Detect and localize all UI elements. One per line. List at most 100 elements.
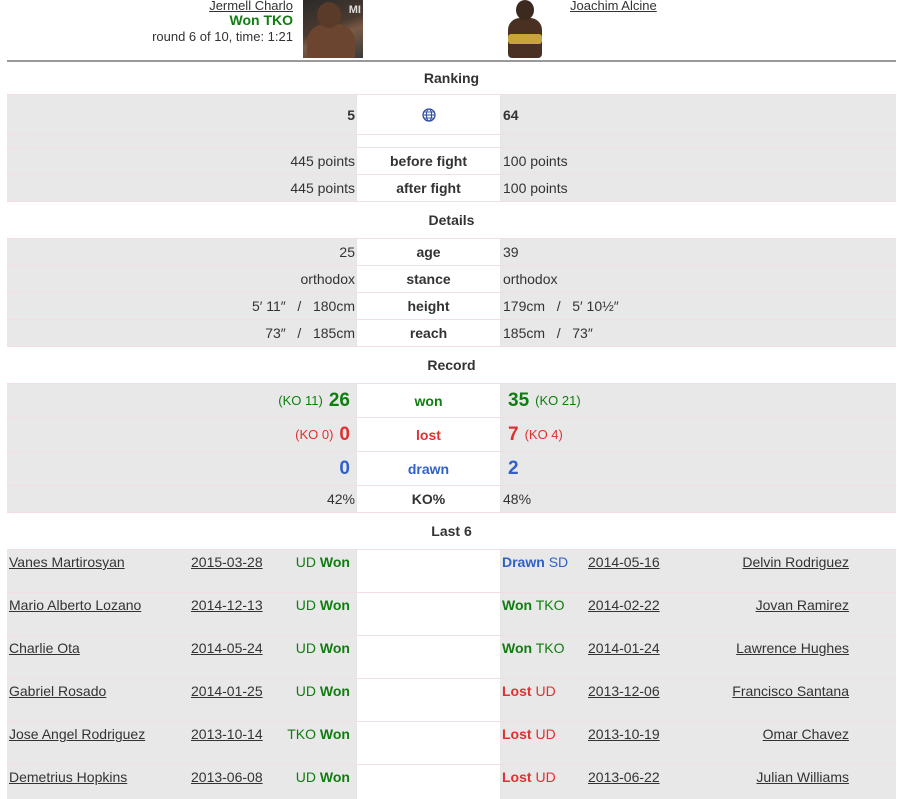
fighter1-bout-outcome: Won xyxy=(319,640,350,656)
age-label: age xyxy=(356,239,501,265)
fighter1-lost: 0 xyxy=(339,423,350,445)
fighter1-bout-outcome: Won xyxy=(319,726,350,742)
drawn-label: drawn xyxy=(356,452,501,485)
bout-mid-cell xyxy=(356,722,501,764)
fighter2-bout-date-link[interactable]: 2013-06-22 xyxy=(588,769,660,799)
fighter2-bout-result: Drawn SD xyxy=(502,554,568,596)
fighter1-bout-opponent-link[interactable]: Demetrius Hopkins xyxy=(9,769,127,799)
fighter1-photo-text: MI xyxy=(348,4,361,16)
fighter1-bout-opponent-link[interactable]: Jose Angel Rodriguez xyxy=(9,726,145,768)
fighter2-bout-outcome: Won xyxy=(502,597,533,613)
fighter1-bout-method: UD xyxy=(295,640,317,656)
fighter2-bout-outcome: Won xyxy=(502,640,533,656)
fighter2-bout-opponent-link[interactable]: Julian Williams xyxy=(756,769,849,799)
fighter1-bout-date-link[interactable]: 2014-12-13 xyxy=(191,597,263,639)
fighter1-points-before: 445 points xyxy=(290,153,355,169)
after-fight-label: after fight xyxy=(356,175,501,201)
bout-row-4: Gabriel Rosado 2014-01-25 UD Won Lost UD… xyxy=(7,679,896,722)
fighter2-stance: orthodox xyxy=(503,271,558,287)
stance-row: orthodox stance orthodox xyxy=(7,266,896,293)
fighter1-won: 26 xyxy=(328,389,350,411)
fighter2-ko-pct: 48% xyxy=(503,491,532,507)
fighter2-bout-opponent-link[interactable]: Lawrence Hughes xyxy=(736,640,849,682)
fighter2-bout-date-link[interactable]: 2013-12-06 xyxy=(588,683,660,725)
fighter1-bout-date-link[interactable]: 2014-05-24 xyxy=(191,640,263,682)
fighter1-bout-opponent-link[interactable]: Gabriel Rosado xyxy=(9,683,106,725)
fighter1-lost-ko: (KO 0) xyxy=(295,427,334,442)
lost-label: lost xyxy=(356,418,501,451)
bout-mid-cell xyxy=(356,636,501,678)
fighter1-bout-result: UD Won xyxy=(296,554,350,596)
bout-row-2: Mario Alberto Lozano 2014-12-13 UD Won W… xyxy=(7,593,896,636)
fighter2-won-cell: 35 (KO 21) xyxy=(501,384,896,417)
fighter1-drawn-cell: 0 xyxy=(7,452,356,485)
fighter1-bout-result: UD Won xyxy=(296,683,350,725)
globe-icon xyxy=(421,107,436,122)
fighter1-bout-result: UD Won xyxy=(296,597,350,639)
spacer-mid xyxy=(356,135,501,147)
fighter1-reach: 73″ / 185cm xyxy=(265,325,355,341)
fighter1-bout-opponent-link[interactable]: Charlie Ota xyxy=(9,640,80,682)
ko-pct-label: KO% xyxy=(356,486,501,512)
round-info: round 6 of 10, time: 1:21 xyxy=(152,29,293,44)
fighter1-bout-method: TKO xyxy=(287,726,317,742)
fighter1-ko-pct: 42% xyxy=(326,491,355,507)
fighter1-bout-method: UD xyxy=(295,683,317,699)
won-label: won xyxy=(356,384,501,417)
fighter1-bout-opponent-link[interactable]: Vanes Martirosyan xyxy=(9,554,125,596)
bout-row-3: Charlie Ota 2014-05-24 UD Won Won TKO 20… xyxy=(7,636,896,679)
fighter2-photo xyxy=(500,0,560,58)
fighter1-bout-outcome: Won xyxy=(319,769,350,785)
bout-row-1: Vanes Martirosyan 2015-03-28 UD Won Draw… xyxy=(7,550,896,593)
fighter2-bout-opponent-link[interactable]: Omar Chavez xyxy=(763,726,849,768)
fighter2-bout-opponent-link[interactable]: Delvin Rodriguez xyxy=(742,554,849,596)
fighter1-bout-date-link[interactable]: 2013-06-08 xyxy=(191,769,263,799)
fighter2-bout-outcome: Lost xyxy=(502,726,532,742)
fighter1-bout-opponent-link[interactable]: Mario Alberto Lozano xyxy=(9,597,141,639)
fighter2-bout-date-link[interactable]: 2014-02-22 xyxy=(588,597,660,639)
fighter2-won: 35 xyxy=(508,389,530,411)
fighter1-bout-method: UD xyxy=(295,554,317,570)
fighter2-bout-method: UD xyxy=(535,726,556,742)
fighter2-points-after: 100 points xyxy=(503,180,568,196)
fighter2-bout-result: Lost UD xyxy=(502,769,556,799)
spacer-row xyxy=(7,135,896,148)
fighter1-bout-outcome: Won xyxy=(319,554,350,570)
fight-result: Won TKO xyxy=(229,12,293,28)
fighter2-bout-result: Won TKO xyxy=(502,640,565,682)
ranking-cell xyxy=(356,95,501,134)
ko-pct-row: 42% KO% 48% xyxy=(7,486,896,513)
fighter1-won-ko: (KO 11) xyxy=(278,393,323,408)
bout-mid-cell xyxy=(356,679,501,721)
fighter1-bout-date-link[interactable]: 2014-01-25 xyxy=(191,683,263,725)
section-details: Details xyxy=(7,202,896,239)
stance-label: stance xyxy=(356,266,501,292)
fighter1-bout-date-link[interactable]: 2013-10-14 xyxy=(191,726,263,768)
fighter2-won-ko: (KO 21) xyxy=(535,393,581,408)
fighter1-points-after: 445 points xyxy=(290,180,355,196)
comparison-table: Ranking 5 64 445 points before fight 100… xyxy=(7,60,896,799)
fighter2-bout-date-link[interactable]: 2014-01-24 xyxy=(588,640,660,682)
fighter1-photo-head xyxy=(317,2,341,28)
fighter1-ranking: 5 xyxy=(347,106,355,123)
height-label: height xyxy=(356,293,501,319)
fighter2-bout-result: Lost UD xyxy=(502,683,556,725)
fighter2-bout-opponent-link[interactable]: Jovan Ramirez xyxy=(756,597,849,639)
fighter2-bout-opponent-link[interactable]: Francisco Santana xyxy=(732,683,849,725)
fighter2-name-link[interactable]: Joachim Alcine xyxy=(570,0,657,13)
fighter2-age: 39 xyxy=(503,244,519,260)
fighter1-bout-date-link[interactable]: 2015-03-28 xyxy=(191,554,263,596)
fighter2-lost-cell: 7 (KO 4) xyxy=(501,418,896,451)
fighter2-photo-head xyxy=(516,0,534,20)
last6-list: Vanes Martirosyan 2015-03-28 UD Won Draw… xyxy=(7,550,896,799)
before-fight-row: 445 points before fight 100 points xyxy=(7,148,896,175)
bout-row-6: Demetrius Hopkins 2013-06-08 UD Won Lost… xyxy=(7,765,896,799)
fighter1-bout-result: UD Won xyxy=(296,769,350,799)
fighter2-bout-method: TKO xyxy=(535,597,565,613)
fighter1-stance: orthodox xyxy=(300,271,355,287)
fighter2-bout-date-link[interactable]: 2013-10-19 xyxy=(588,726,660,768)
fighter2-bout-outcome: Drawn xyxy=(502,554,545,570)
section-last6: Last 6 xyxy=(7,513,896,550)
fighter2-bout-date-link[interactable]: 2014-05-16 xyxy=(588,554,660,596)
section-ranking: Ranking xyxy=(7,62,896,95)
